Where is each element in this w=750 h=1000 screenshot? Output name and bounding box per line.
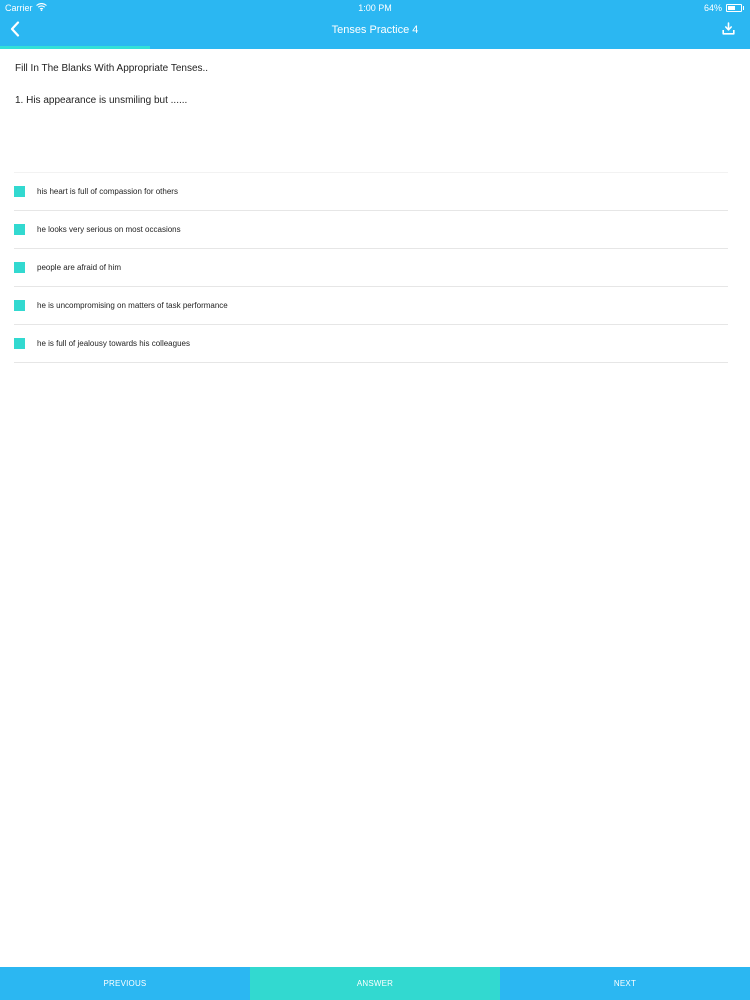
quiz-question: 1. His appearance is unsmiling but .....… xyxy=(15,95,188,106)
answer-button[interactable]: ANSWER xyxy=(250,967,500,1000)
option-checkbox[interactable] xyxy=(14,300,25,311)
option-checkbox[interactable] xyxy=(14,186,25,197)
option-4[interactable]: he is uncompromising on matters of task … xyxy=(14,287,728,325)
status-time: 1:00 PM xyxy=(358,3,392,13)
option-label: he is full of jealousy towards his colle… xyxy=(37,339,190,348)
quiz-progress-bar xyxy=(0,46,750,49)
option-2[interactable]: he looks very serious on most occasions xyxy=(14,211,728,249)
page-title: Tenses Practice 4 xyxy=(331,24,419,36)
status-bar: Carrier 1:00 PM 64% xyxy=(0,0,750,16)
answer-options: his heart is full of compassion for othe… xyxy=(14,172,728,363)
option-3[interactable]: people are afraid of him xyxy=(14,249,728,287)
battery-icon xyxy=(726,4,744,12)
quiz-progress-fill xyxy=(0,46,150,49)
option-checkbox[interactable] xyxy=(14,224,25,235)
top-bar: Carrier 1:00 PM 64% Tenses Practice 4 xyxy=(0,0,750,48)
option-label: he is uncompromising on matters of task … xyxy=(37,301,228,310)
nav-bar: Tenses Practice 4 xyxy=(0,16,750,46)
option-label: his heart is full of compassion for othe… xyxy=(37,187,178,196)
previous-button[interactable]: PREVIOUS xyxy=(0,967,250,1000)
quiz-instruction: Fill In The Blanks With Appropriate Tens… xyxy=(15,63,209,74)
next-button[interactable]: NEXT xyxy=(500,967,750,1000)
option-5[interactable]: he is full of jealousy towards his colle… xyxy=(14,325,728,363)
download-icon xyxy=(721,22,735,40)
battery-percent: 64% xyxy=(703,3,722,13)
status-battery: 64% xyxy=(703,3,744,13)
option-checkbox[interactable] xyxy=(14,262,25,273)
option-label: people are afraid of him xyxy=(37,263,122,272)
option-label: he looks very serious on most occasions xyxy=(37,225,181,234)
option-checkbox[interactable] xyxy=(14,338,25,349)
download-button[interactable] xyxy=(720,22,736,40)
bottom-toolbar: PREVIOUS ANSWER NEXT xyxy=(0,967,750,1000)
option-1[interactable]: his heart is full of compassion for othe… xyxy=(14,173,728,211)
